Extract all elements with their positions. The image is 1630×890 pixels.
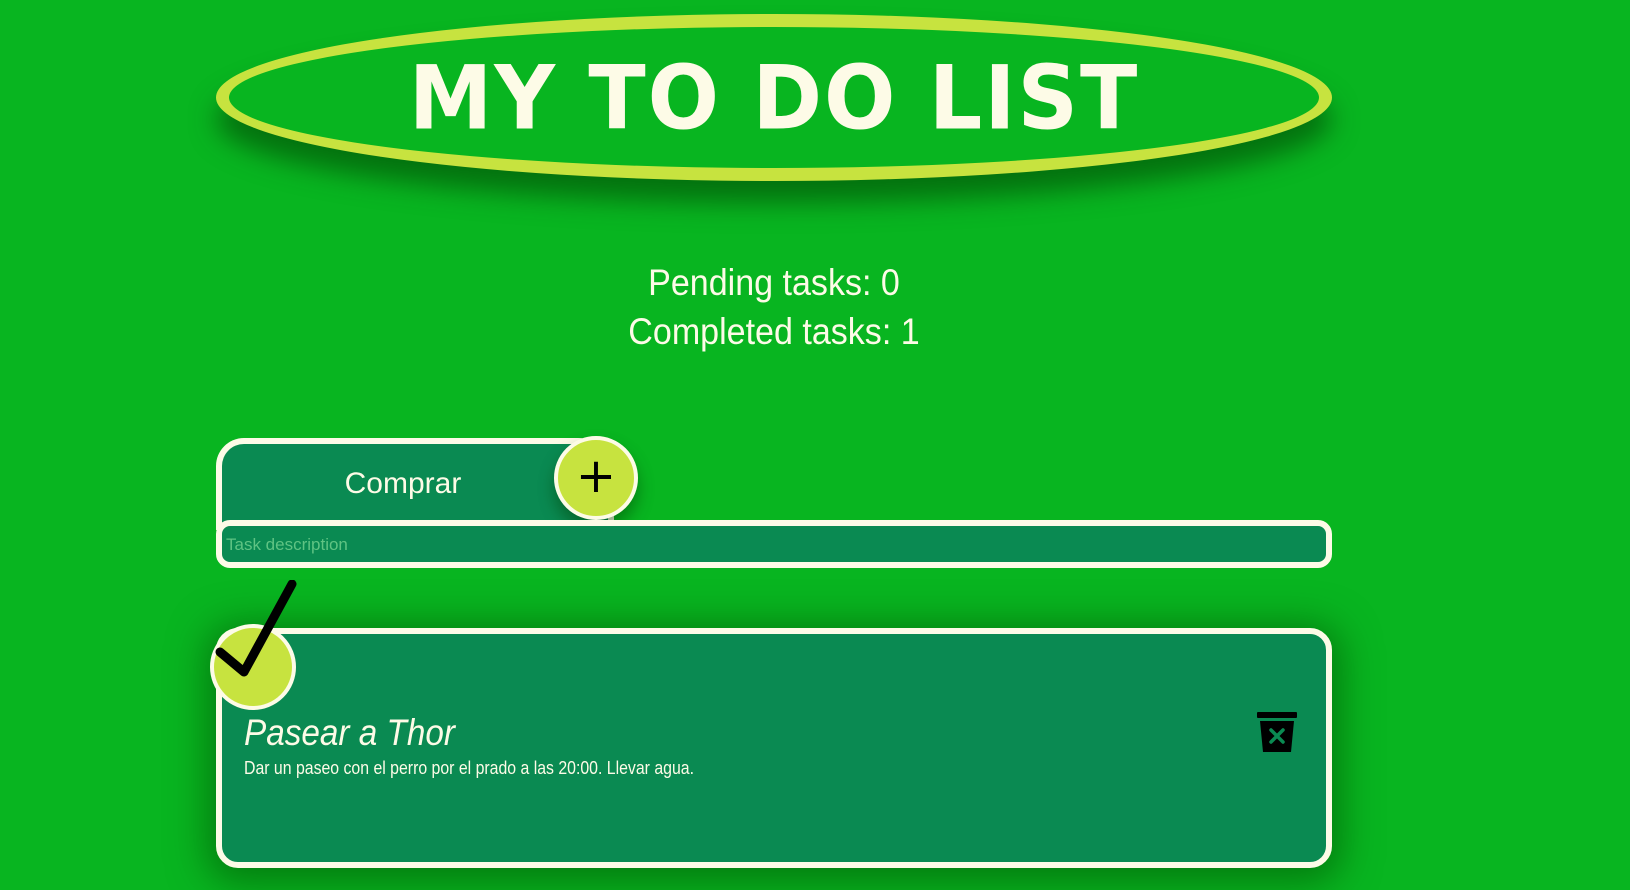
add-task-button[interactable]: + [554,436,638,520]
trash-icon[interactable] [1256,710,1298,754]
page-title: MY TO DO LIST [408,46,1140,149]
task-description-field-container [216,520,1332,568]
task-description: Dar un paseo con el perro por el prado a… [244,758,694,778]
pending-tasks-counter: Pending tasks: 0 [648,262,900,303]
completed-tasks-counter: Completed tasks: 1 [628,311,920,352]
task-description-input[interactable] [226,530,1316,560]
task-complete-toggle[interactable] [210,624,296,710]
plus-icon: + [575,448,617,504]
task-title: Pasear a Thor [244,712,456,753]
task-title-input[interactable] [228,456,578,512]
todo-app: MY TO DO LIST Pending tasks: 0 Completed… [0,0,1630,890]
